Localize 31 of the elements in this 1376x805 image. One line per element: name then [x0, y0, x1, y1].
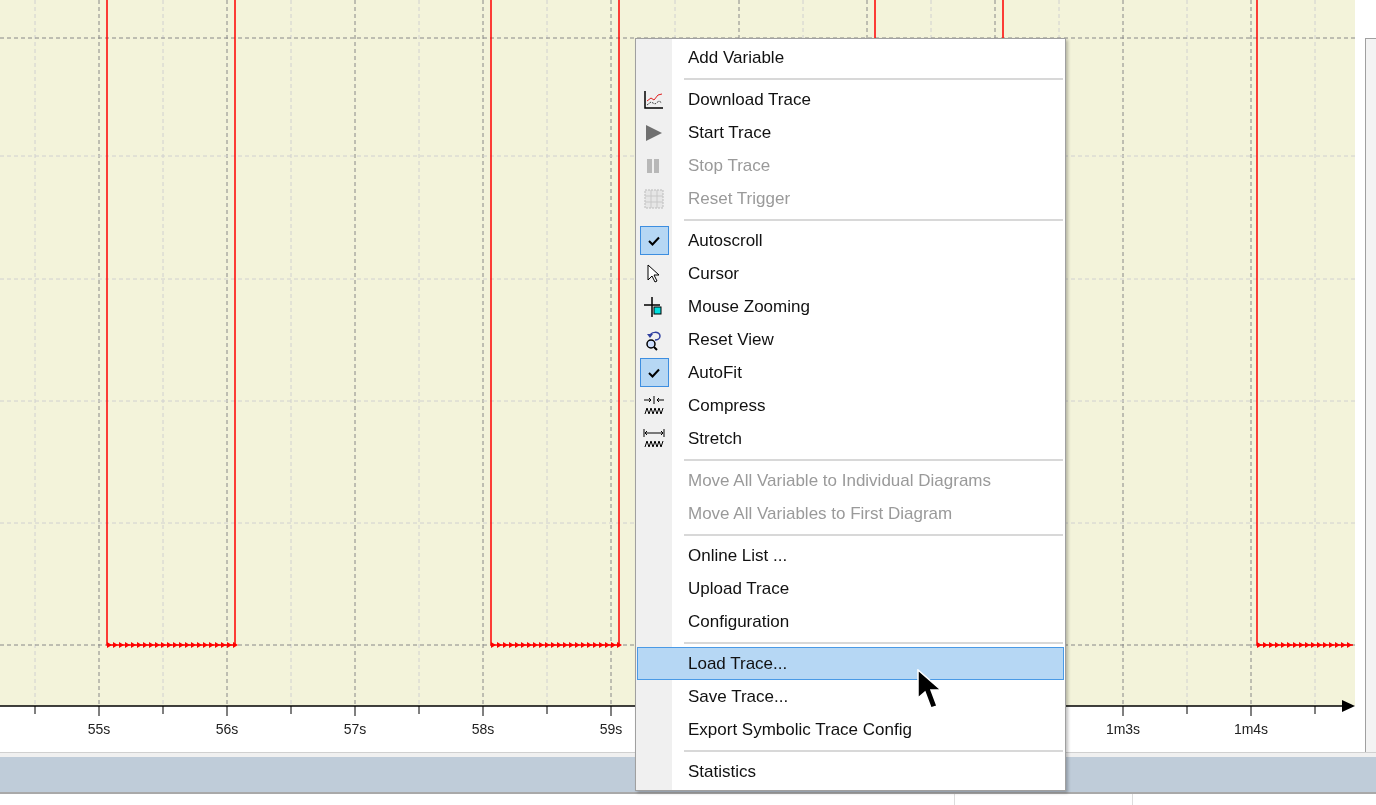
menu-item[interactable]: Stretch — [637, 422, 1064, 455]
axis-tick-label: 1m4s — [1233, 721, 1269, 737]
menu-item[interactable]: Export Symbolic Trace Config — [637, 713, 1064, 746]
menu-item[interactable]: Statistics — [637, 755, 1064, 788]
check-icon — [648, 235, 660, 246]
axis-tick-label: 1m3s — [1105, 721, 1141, 737]
menu-item[interactable]: Autoscroll — [637, 224, 1064, 257]
menu-item[interactable]: Download Trace — [637, 83, 1064, 116]
axis-tick-label: 57s — [343, 721, 367, 737]
menu-item[interactable]: Cursor — [637, 257, 1064, 290]
grid-icon — [643, 187, 665, 210]
check-icon — [648, 367, 660, 378]
menu-item[interactable]: Mouse Zooming — [637, 290, 1064, 323]
menu-item[interactable]: Save Trace... — [637, 680, 1064, 713]
menu-item[interactable]: Online List ... — [637, 539, 1064, 572]
axis-tick-label: 56s — [215, 721, 239, 737]
menu-item[interactable]: Configuration — [637, 605, 1064, 638]
compress-icon — [643, 394, 665, 417]
menu-item[interactable]: Reset View — [637, 323, 1064, 356]
axis-tick-label: 55s — [87, 721, 111, 737]
axis-tick-label: 58s — [471, 721, 495, 737]
menu-item[interactable]: Load Trace... — [637, 647, 1064, 680]
menu-item[interactable]: Start Trace — [637, 116, 1064, 149]
menu-item[interactable]: AutoFit — [637, 356, 1064, 389]
menu-item[interactable]: Upload Trace — [637, 572, 1064, 605]
menu-item[interactable]: Add Variable — [637, 41, 1064, 74]
crosshair-zoom-icon — [643, 295, 665, 318]
axis-tick-label: 59s — [599, 721, 623, 737]
chart-icon — [643, 88, 665, 111]
menu-item[interactable]: Compress — [637, 389, 1064, 422]
stretch-icon — [643, 427, 665, 450]
